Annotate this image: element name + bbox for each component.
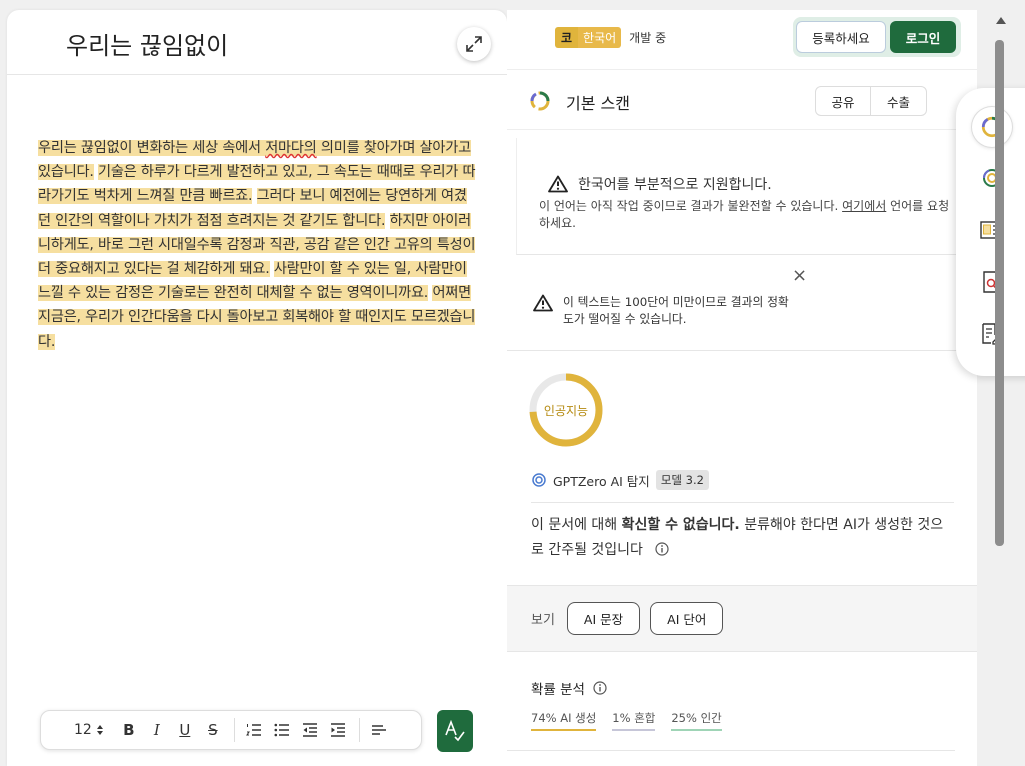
align-button[interactable] bbox=[368, 718, 390, 742]
view-toggle-row: 보기 AI 문장 AI 단어 bbox=[507, 585, 977, 652]
indent-icon bbox=[330, 723, 345, 737]
verdict-text: 이 문서에 대해 확신할 수 없습니다. 분류해야 한다면 AI가 생성한 것으… bbox=[531, 517, 944, 558]
warning-icon bbox=[533, 294, 553, 312]
ai-sentence-button[interactable]: AI 문장 bbox=[566, 602, 641, 635]
ai-score-label: 인공지능 bbox=[543, 403, 589, 418]
signup-button[interactable]: 등록하세요 bbox=[796, 21, 886, 53]
scan-logo-icon bbox=[530, 91, 550, 111]
share-button[interactable]: 공유 bbox=[816, 87, 871, 115]
ordered-list-button[interactable] bbox=[243, 718, 265, 742]
expand-icon bbox=[466, 36, 482, 52]
language-name: 한국어 bbox=[578, 27, 622, 48]
format-toolbar: 12 B I U S bbox=[40, 710, 422, 750]
tab-human[interactable]: 25% 인간 bbox=[671, 710, 722, 731]
export-button[interactable]: 수출 bbox=[871, 87, 926, 115]
underline-button[interactable]: U bbox=[174, 718, 196, 742]
results-panel: 코 한국어 개발 중 등록하세요 로그인 기본 스캔 공유 수출 × 한국어를 … bbox=[507, 10, 979, 766]
bullet-list-icon bbox=[274, 723, 289, 737]
side-toolbar bbox=[956, 88, 1025, 376]
ordered-list-icon bbox=[245, 724, 261, 736]
tab-ai-generated[interactable]: 74% AI 생성 bbox=[531, 710, 597, 731]
font-size-select[interactable]: 12 bbox=[74, 718, 104, 742]
toolbar-divider bbox=[358, 718, 360, 742]
view-label: 보기 bbox=[531, 613, 555, 628]
tab-mixed[interactable]: 1% 혼합 bbox=[612, 710, 656, 731]
indent-button[interactable] bbox=[327, 718, 349, 742]
outdent-icon bbox=[302, 723, 317, 737]
document-title[interactable]: 우리는 끊임없이 bbox=[66, 26, 228, 61]
toolbar-divider bbox=[233, 718, 235, 742]
probability-title: 확률 분석 bbox=[531, 682, 585, 698]
top-bar: 코 한국어 개발 중 등록하세요 로그인 bbox=[507, 10, 977, 70]
length-notice: × 이 텍스트는 100단어 미만이므로 결과의 정확 도가 떨어질 수 있습니… bbox=[507, 255, 977, 351]
editor-header: 우리는 끊임없이 bbox=[7, 10, 507, 75]
detector-info: GPTZero AI 탐지 모델 3.2 bbox=[531, 470, 709, 490]
result-section: 인공지능 GPTZero AI 탐지 모델 3.2 이 문서에 대해 확신할 수… bbox=[507, 351, 977, 585]
language-notice-body: 이 언어는 아직 작업 중이므로 결과가 불완전할 수 있습니다. 여기에서 언… bbox=[539, 199, 950, 230]
spellcheck-button[interactable] bbox=[437, 710, 473, 752]
ai-word-button[interactable]: AI 단어 bbox=[650, 602, 724, 635]
highlighted-sentence: 우리는 끊임없이 변화하는 세상 속에서 bbox=[38, 140, 266, 156]
scan-title: 기본 스캔 bbox=[566, 94, 630, 113]
bold-button[interactable]: B bbox=[118, 718, 140, 742]
info-icon[interactable] bbox=[593, 681, 607, 695]
login-button[interactable]: 로그인 bbox=[890, 21, 956, 53]
model-badge: 모델 3.2 bbox=[655, 470, 709, 490]
share-export-group: 공유 수출 bbox=[815, 86, 927, 116]
close-icon[interactable]: × bbox=[792, 265, 807, 286]
text-span bbox=[385, 213, 389, 229]
language-notice: × 한국어를 부분적으로 지원합니다. 이 언어는 아직 작업 중이므로 결과가… bbox=[516, 138, 979, 255]
spellcheck-icon bbox=[445, 720, 465, 742]
align-left-icon bbox=[371, 725, 386, 735]
outdent-button[interactable] bbox=[299, 718, 321, 742]
auth-group: 등록하세요 로그인 bbox=[793, 17, 961, 57]
language-code: 코 bbox=[555, 27, 579, 48]
request-language-link[interactable]: 여기에서 bbox=[842, 199, 886, 213]
editor-text[interactable]: 우리는 끊임없이 변화하는 세상 속에서 저마다의 의미를 찾아가며 살아가고 … bbox=[38, 136, 478, 354]
language-badge[interactable]: 코 한국어 개발 중 bbox=[555, 27, 666, 48]
probability-section: 확률 분석 74% AI 생성 1% 혼합 25% 인간 bbox=[531, 678, 722, 731]
scrollbar[interactable] bbox=[994, 10, 1007, 766]
expand-button[interactable] bbox=[457, 27, 491, 61]
scan-header: 기본 스캔 공유 수출 bbox=[507, 70, 977, 130]
italic-button[interactable]: I bbox=[146, 718, 168, 742]
divider bbox=[531, 502, 954, 503]
strikethrough-button[interactable]: S bbox=[202, 718, 224, 742]
text-span bbox=[252, 188, 256, 204]
updown-icon bbox=[96, 725, 103, 735]
length-notice-text: 이 텍스트는 100단어 미만이므로 결과의 정확 도가 떨어질 수 있습니다. bbox=[563, 295, 789, 326]
highlighted-sentence: 저마다의 bbox=[265, 140, 317, 156]
scroll-thumb[interactable] bbox=[995, 40, 1004, 546]
scroll-up-icon[interactable] bbox=[996, 17, 1006, 24]
info-icon[interactable] bbox=[655, 542, 670, 556]
language-notice-title: 한국어를 부분적으로 지원합니다. bbox=[548, 174, 772, 194]
bullet-list-button[interactable] bbox=[271, 718, 293, 742]
editor-panel: 우리는 끊임없이 우리는 끊임없이 변화하는 세상 속에서 저마다의 의미를 찾… bbox=[7, 10, 507, 766]
gptzero-logo-icon bbox=[532, 473, 546, 487]
divider bbox=[507, 750, 955, 751]
language-status: 개발 중 bbox=[629, 31, 667, 45]
warning-icon bbox=[548, 175, 568, 193]
